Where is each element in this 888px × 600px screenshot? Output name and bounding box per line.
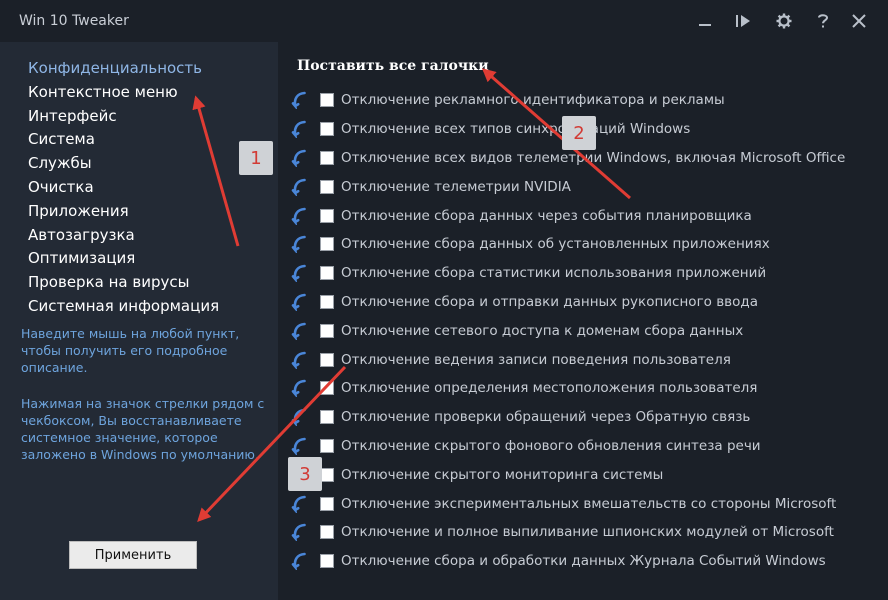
sidebar-item[interactable]: Очистка (28, 178, 219, 202)
option-checkbox[interactable] (320, 179, 334, 194)
option-checkbox[interactable] (320, 525, 334, 540)
gear-icon (776, 13, 792, 29)
option-label: Отключение сетевого доступа к доменам сб… (341, 322, 744, 339)
option-row: Отключение сбора данных через события пл… (291, 201, 845, 230)
sidebar-item[interactable]: Автозагрузка (28, 226, 219, 250)
sidebar-item[interactable]: Оптимизация (28, 249, 219, 273)
restore-arrow-icon[interactable] (291, 408, 309, 427)
option-label: Отключение скрытого фонового обновления … (341, 437, 761, 454)
option-row: Отключение сбора и отправки данных рукоп… (291, 288, 845, 317)
play-button[interactable] (731, 9, 755, 33)
option-label: Отключение сбора данных через события пл… (341, 207, 752, 224)
help-button[interactable] (811, 9, 835, 33)
settings-button[interactable] (772, 9, 796, 33)
option-checkbox[interactable] (320, 410, 334, 425)
close-icon (852, 14, 866, 28)
minimize-button[interactable] (693, 9, 717, 33)
option-checkbox[interactable] (320, 467, 334, 482)
option-checkbox[interactable] (320, 122, 334, 137)
hint-text: Наведите мышь на любой пункт, чтобы полу… (21, 326, 240, 375)
restore-arrow-icon[interactable] (291, 293, 309, 311)
option-label: Отключение экспериментальных вмешательст… (341, 495, 837, 512)
option-row: Отключение экспериментальных вмешательст… (291, 489, 845, 518)
restore-arrow-icon[interactable] (291, 120, 309, 139)
option-row: Отключение сбора статистики использовани… (291, 259, 845, 288)
restore-arrow-icon[interactable] (291, 351, 309, 369)
annotation-badge-2: 2 (562, 116, 596, 150)
option-checkbox[interactable] (320, 554, 334, 569)
sidebar-item[interactable]: Системная информация (28, 297, 219, 321)
option-checkbox[interactable] (320, 294, 334, 309)
restore-arrow-icon[interactable] (291, 149, 309, 167)
option-row: Отключение телеметрии NVIDIA (291, 172, 845, 201)
question-icon (818, 14, 829, 28)
restore-arrow-icon[interactable] (291, 552, 309, 571)
option-row: Отключение сетевого доступа к доменам сб… (291, 316, 845, 345)
close-button[interactable] (847, 9, 871, 33)
option-checkbox[interactable] (320, 150, 334, 165)
restore-hint-text: Нажимая на значок стрелки рядом с чекбок… (21, 396, 265, 462)
option-row: Отключение определения местоположения по… (291, 374, 845, 403)
option-label: Отключение всех типов синхронизаций Wind… (341, 121, 691, 138)
restore-arrow-icon[interactable] (291, 379, 309, 398)
option-row: Отключение проверки обращений через Обра… (291, 403, 845, 432)
sidebar-item[interactable]: Приложения (28, 202, 219, 226)
restore-arrow-icon[interactable] (291, 437, 309, 455)
option-label: Отключение проверки обращений через Обра… (341, 409, 751, 426)
play-icon (736, 15, 750, 27)
option-label: Отключение скрытого мониторинга системы (341, 466, 664, 483)
option-label: Отключение и полное выпиливание шпионски… (341, 524, 834, 541)
check-all-link[interactable]: Поставить все галочки (297, 58, 489, 74)
option-label: Отключение телеметрии NVIDIA (341, 178, 571, 195)
option-label: Отключение определения местоположения по… (341, 380, 758, 397)
sidebar: Конфиденциальность Контекстное меню Интерф… (0, 42, 278, 600)
option-row: Отключение рекламного идентификатора и р… (291, 86, 845, 115)
option-label: Отключение всех видов телеметрии Windows… (341, 149, 846, 166)
option-row: Отключение скрытого фонового обновления … (291, 432, 845, 461)
annotation-badge-1: 1 (239, 141, 273, 175)
option-checkbox[interactable] (320, 438, 334, 453)
sidebar-nav: Конфиденциальность Контекстное меню Интерф… (28, 59, 219, 321)
option-label: Отключение рекламного идентификатора и р… (341, 92, 725, 109)
restore-arrow-icon[interactable] (291, 322, 309, 340)
option-checkbox[interactable] (320, 323, 334, 338)
option-label: Отключение сбора и отправки данных рукоп… (341, 293, 758, 310)
option-checkbox[interactable] (320, 208, 334, 223)
option-row: Отключение ведения записи поведения поль… (291, 345, 845, 374)
sidebar-item[interactable]: Проверка на вирусы (28, 273, 219, 297)
restore-arrow-icon[interactable] (291, 495, 309, 513)
option-label: Отключение сбора и обработки данных Журн… (341, 553, 826, 570)
option-row: Отключение скрытого мониторинга системы (291, 460, 845, 489)
option-checkbox[interactable] (320, 496, 334, 511)
sidebar-item[interactable]: Контекстное меню (28, 83, 219, 107)
window-title: Win 10 Tweaker (19, 13, 129, 29)
option-label: Отключение сбора данных об установленных… (341, 236, 770, 253)
sidebar-item[interactable]: Службы (28, 154, 219, 178)
sidebar-item[interactable]: Конфиденциальность (28, 59, 219, 83)
minimize-icon (699, 24, 711, 26)
option-label: Отключение сбора статистики использовани… (341, 265, 767, 282)
option-checkbox[interactable] (320, 266, 334, 281)
restore-arrow-icon[interactable] (291, 178, 309, 196)
annotation-badge-3: 3 (288, 457, 322, 491)
apply-button[interactable]: Применить (69, 541, 197, 569)
title-bar: Win 10 Tweaker (0, 0, 888, 42)
option-checkbox[interactable] (320, 93, 334, 108)
option-row: Отключение сбора данных об установленных… (291, 230, 845, 259)
sidebar-item[interactable]: Интерфейс (28, 107, 219, 131)
restore-arrow-icon[interactable] (291, 235, 309, 254)
option-checkbox[interactable] (320, 352, 334, 367)
options-list: Отключение рекламного идентификатора и р… (291, 86, 845, 576)
sidebar-item[interactable]: Система (28, 130, 219, 154)
option-label: Отключение ведения записи поведения поль… (341, 351, 731, 368)
option-row: Отключение сбора и обработки данных Журн… (291, 547, 845, 576)
restore-arrow-icon[interactable] (291, 523, 309, 542)
restore-arrow-icon[interactable] (291, 264, 309, 283)
option-row: Отключение и полное выпиливание шпионски… (291, 518, 845, 547)
restore-arrow-icon[interactable] (291, 91, 309, 110)
option-checkbox[interactable] (320, 237, 334, 252)
option-checkbox[interactable] (320, 381, 334, 396)
restore-arrow-icon[interactable] (291, 207, 309, 225)
